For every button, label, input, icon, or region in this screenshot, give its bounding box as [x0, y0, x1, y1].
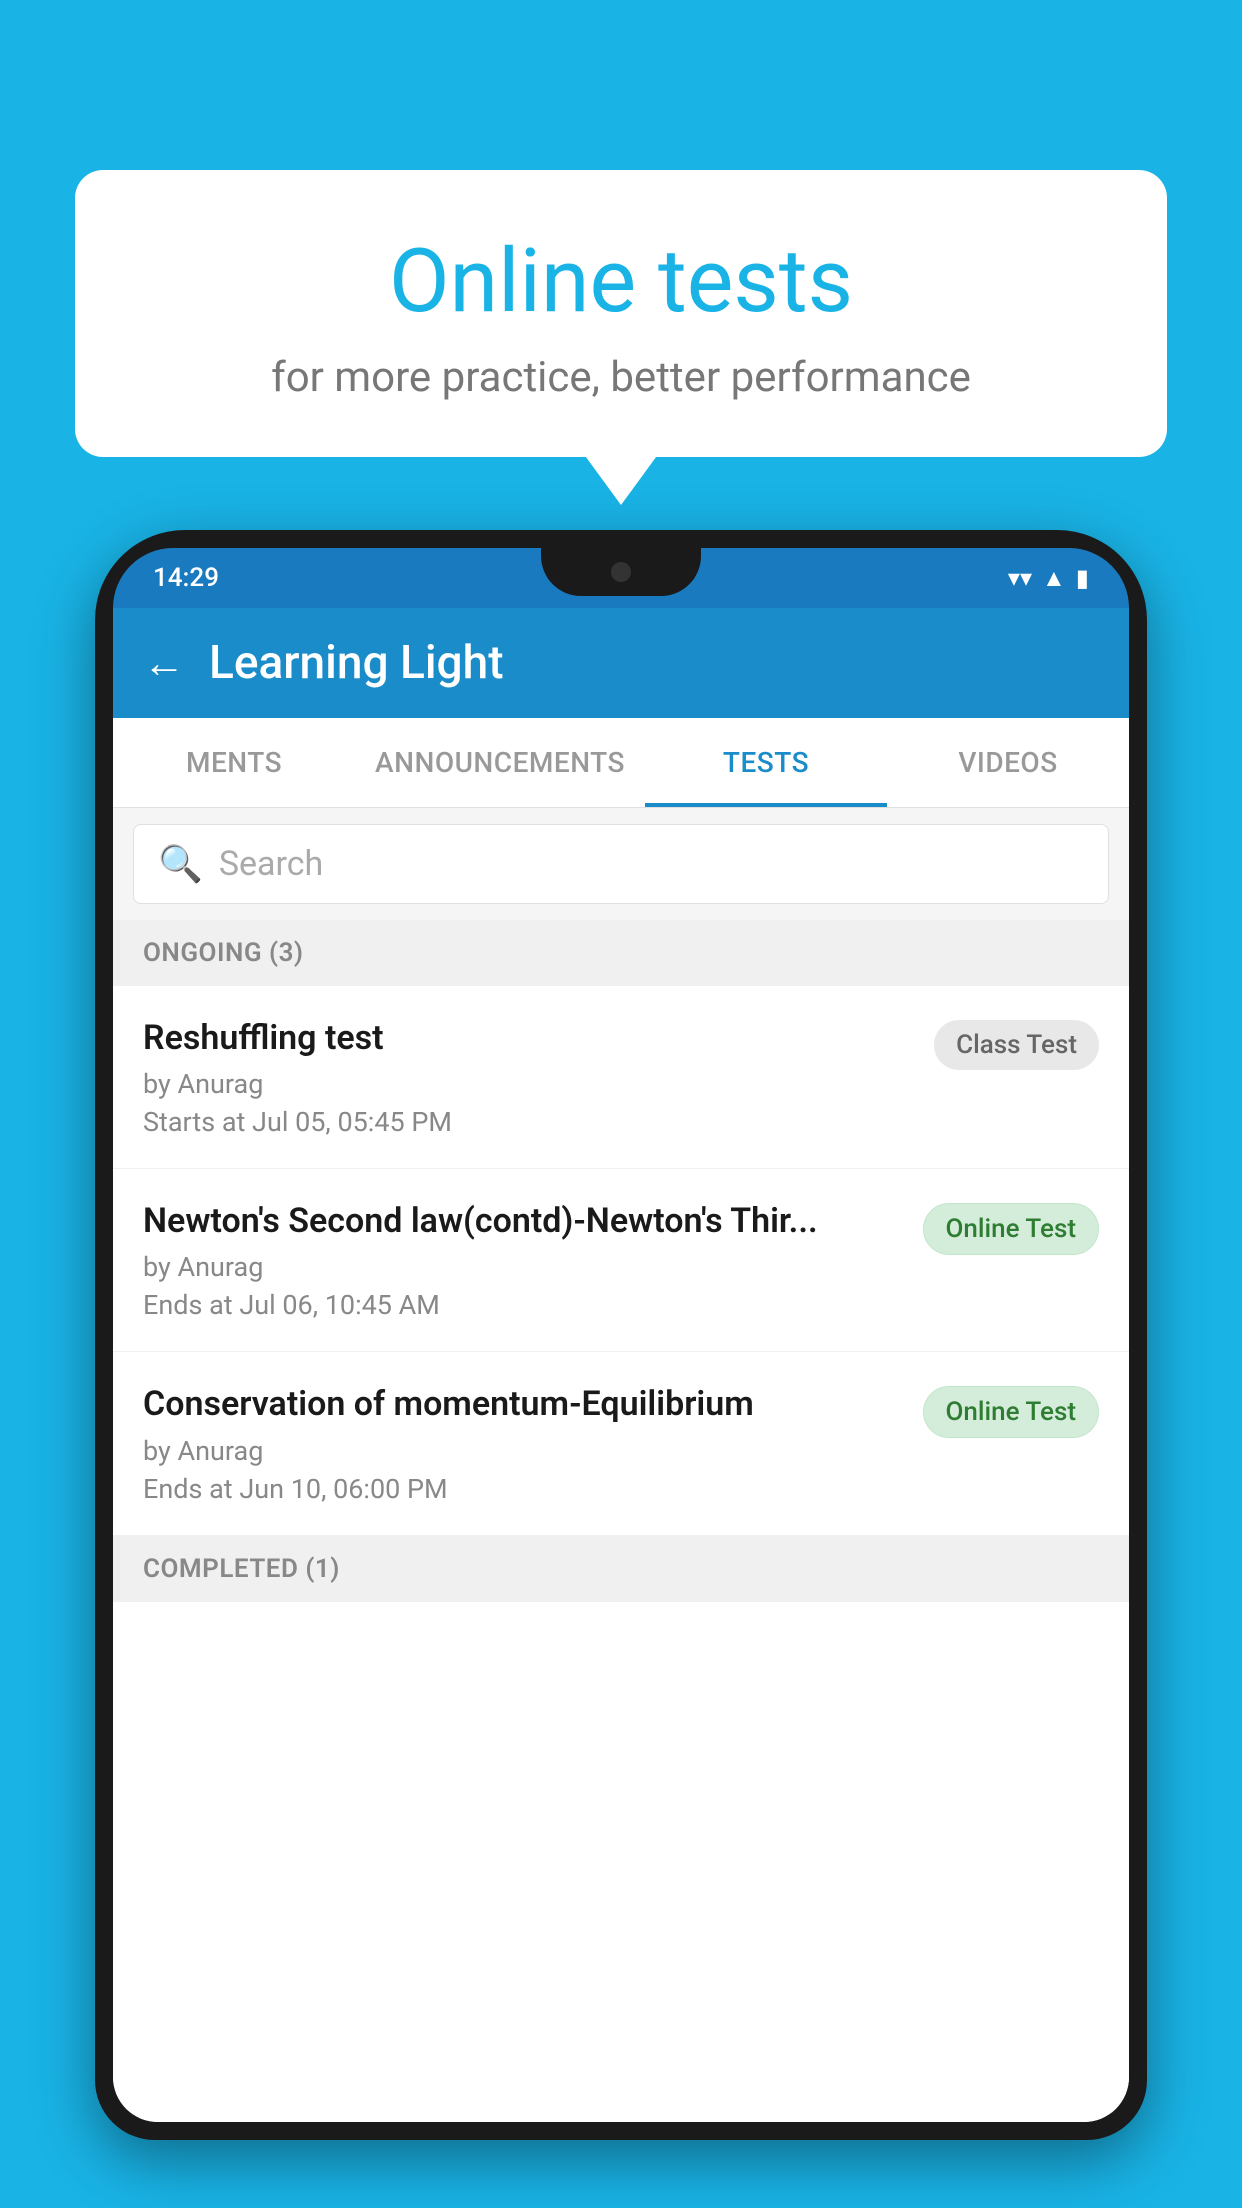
tabs-container: MENTS ANNOUNCEMENTS TESTS VIDEOS [113, 718, 1129, 808]
test-item[interactable]: Newton's Second law(contd)-Newton's Thir… [113, 1169, 1129, 1352]
app-title: Learning Light [209, 636, 504, 690]
tab-tests[interactable]: TESTS [645, 718, 887, 807]
back-button[interactable]: ← [143, 639, 185, 688]
speech-bubble: Online tests for more practice, better p… [75, 170, 1167, 457]
wifi-icon: ▾▾ [1008, 564, 1032, 592]
test-name: Conservation of momentum-Equilibrium [143, 1382, 903, 1426]
app-bar: ← Learning Light [113, 608, 1129, 718]
tab-announcements[interactable]: ANNOUNCEMENTS [355, 718, 645, 807]
status-bar: 14:29 ▾▾ ▲ ▮ [113, 548, 1129, 608]
notch [541, 548, 701, 596]
search-container: 🔍 Search [113, 808, 1129, 920]
status-icons: ▾▾ ▲ ▮ [1008, 564, 1089, 593]
tab-videos[interactable]: VIDEOS [887, 718, 1129, 807]
search-icon: 🔍 [158, 843, 203, 885]
test-date: Starts at Jul 05, 05:45 PM [143, 1106, 914, 1138]
test-list: Reshuffling test by Anurag Starts at Jul… [113, 986, 1129, 2122]
camera-dot [611, 562, 631, 582]
search-bar[interactable]: 🔍 Search [133, 824, 1109, 904]
search-placeholder: Search [219, 844, 323, 884]
test-item[interactable]: Conservation of momentum-Equilibrium by … [113, 1352, 1129, 1535]
bubble-subtitle: for more practice, better performance [125, 353, 1117, 402]
battery-icon: ▮ [1076, 564, 1089, 592]
phone-outer: 14:29 ▾▾ ▲ ▮ ← Learning Light MENTS ANNO… [95, 530, 1147, 2140]
test-author: by Anurag [143, 1435, 903, 1467]
test-info: Newton's Second law(contd)-Newton's Thir… [143, 1199, 903, 1321]
test-author: by Anurag [143, 1068, 914, 1100]
phone-mockup: 14:29 ▾▾ ▲ ▮ ← Learning Light MENTS ANNO… [95, 530, 1147, 2208]
test-item[interactable]: Reshuffling test by Anurag Starts at Jul… [113, 986, 1129, 1169]
test-date: Ends at Jun 10, 06:00 PM [143, 1473, 903, 1505]
test-badge-online: Online Test [923, 1203, 1100, 1255]
test-name: Reshuffling test [143, 1016, 914, 1060]
signal-icon: ▲ [1042, 564, 1066, 593]
bubble-title: Online tests [125, 230, 1117, 333]
phone-screen: ← Learning Light MENTS ANNOUNCEMENTS TES… [113, 608, 1129, 2122]
test-badge-class: Class Test [934, 1020, 1099, 1070]
test-info: Conservation of momentum-Equilibrium by … [143, 1382, 903, 1504]
tab-ments[interactable]: MENTS [113, 718, 355, 807]
completed-section-header: COMPLETED (1) [113, 1536, 1129, 1602]
status-time: 14:29 [153, 563, 219, 593]
test-info: Reshuffling test by Anurag Starts at Jul… [143, 1016, 914, 1138]
test-name: Newton's Second law(contd)-Newton's Thir… [143, 1199, 903, 1243]
test-author: by Anurag [143, 1251, 903, 1283]
test-date: Ends at Jul 06, 10:45 AM [143, 1289, 903, 1321]
test-badge-online-2: Online Test [923, 1386, 1100, 1438]
ongoing-section-header: ONGOING (3) [113, 920, 1129, 986]
